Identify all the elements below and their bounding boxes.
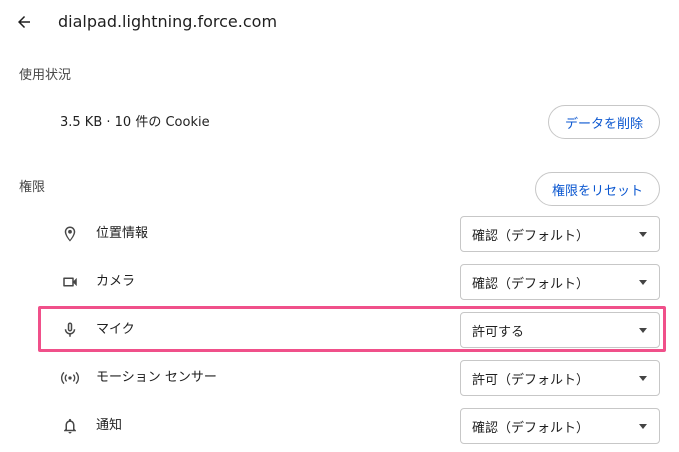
chevron-down-icon xyxy=(639,280,647,285)
permission-label-microphone: マイク xyxy=(96,322,135,337)
chevron-down-icon xyxy=(639,232,647,237)
bell-icon xyxy=(60,416,80,436)
permission-label-notifications: 通知 xyxy=(96,418,123,433)
camera-permission-select[interactable]: 確認（デフォルト） xyxy=(460,264,660,300)
permission-label-location: 位置情報 xyxy=(96,226,149,241)
notifications-permission-select[interactable]: 確認（デフォルト） xyxy=(460,408,660,444)
microphone-icon xyxy=(60,320,80,340)
site-title: dialpad.lightning.force.com xyxy=(58,12,278,31)
location-pin-icon xyxy=(60,224,80,244)
delete-data-button[interactable]: データを削除 xyxy=(548,105,660,139)
back-button[interactable] xyxy=(10,8,38,36)
permissions-section-title: 権限 xyxy=(19,180,46,195)
arrow-left-icon xyxy=(18,16,30,28)
chevron-down-icon xyxy=(639,328,647,333)
chevron-down-icon xyxy=(639,376,647,381)
notifications-permission-value: 確認（デフォルト） xyxy=(472,420,590,436)
camera-permission-value: 確認（デフォルト） xyxy=(472,276,590,292)
location-permission-select[interactable]: 確認（デフォルト） xyxy=(460,216,660,252)
usage-section-title: 使用状況 xyxy=(19,68,72,83)
reset-permissions-button[interactable]: 権限をリセット xyxy=(535,172,660,206)
camera-icon xyxy=(60,272,80,292)
microphone-permission-select[interactable]: 許可する xyxy=(460,312,660,348)
motion-sensor-permission-select[interactable]: 許可（デフォルト） xyxy=(460,360,660,396)
chevron-down-icon xyxy=(639,424,647,429)
motion-sensor-permission-value: 許可（デフォルト） xyxy=(472,372,590,388)
usage-summary: 3.5 KB · 10 件の Cookie xyxy=(60,115,210,130)
permission-label-motion-sensor: モーション センサー xyxy=(96,370,217,385)
permission-label-camera: カメラ xyxy=(96,274,136,289)
motion-sensor-icon xyxy=(60,368,80,388)
location-permission-value: 確認（デフォルト） xyxy=(472,228,590,244)
microphone-permission-value: 許可する xyxy=(472,324,525,340)
